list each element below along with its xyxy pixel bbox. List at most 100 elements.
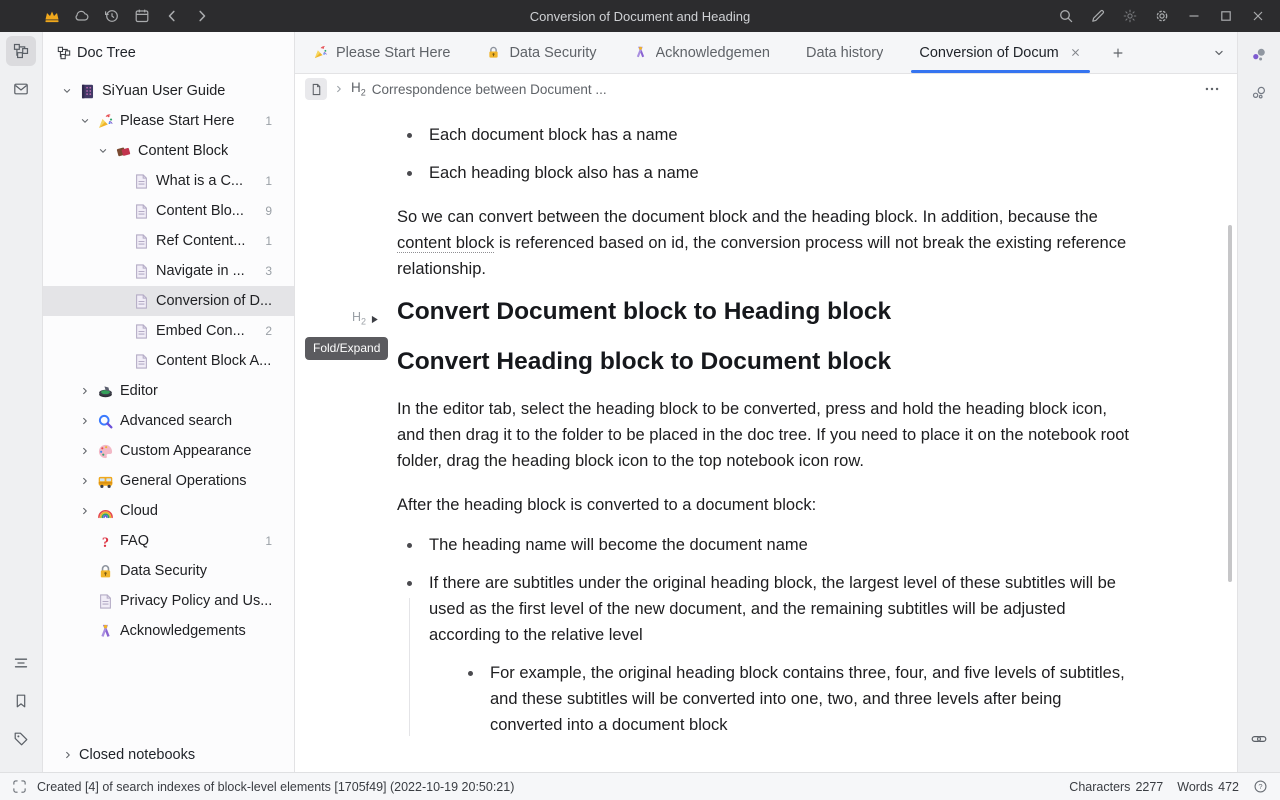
doc-tree-dock-button[interactable]	[6, 36, 36, 66]
doc-tree-item[interactable]: Editor	[43, 376, 294, 406]
workspace-icon[interactable]	[44, 8, 60, 24]
doc-tree-item[interactable]: Content Block A...	[43, 346, 294, 376]
data-history-icon[interactable]	[104, 8, 120, 24]
heading-block[interactable]: H2 Convert Document block to Heading blo…	[397, 296, 1137, 328]
doc-tree-item[interactable]: Conversion of D...	[43, 286, 294, 316]
doc-tree-item[interactable]: Cloud	[43, 496, 294, 526]
maximize-icon[interactable]	[1218, 8, 1234, 24]
list-item[interactable]: If there are subtitles under the origina…	[429, 570, 1137, 738]
scrollbar[interactable]	[1228, 225, 1232, 582]
list-item-text: If there are subtitles under the origina…	[429, 574, 1116, 644]
heading[interactable]: Convert Document block to Heading block	[397, 296, 1137, 328]
tab-data-security[interactable]: Data Security	[468, 32, 614, 73]
daily-note-icon[interactable]	[134, 8, 150, 24]
chevron-right-icon[interactable]	[75, 413, 95, 429]
tab-acknowledgemen[interactable]: Acknowledgemen	[615, 32, 788, 73]
doc-tree-item-label: Navigate in ...	[156, 263, 245, 279]
doc-tree-item-label: Ref Content...	[156, 233, 245, 249]
doc-tree-item[interactable]: Content Block	[43, 136, 294, 166]
doc-tree-title: Doc Tree	[77, 45, 136, 61]
back-icon[interactable]	[164, 8, 180, 24]
doc-tree-item[interactable]: Embed Con...2	[43, 316, 294, 346]
paragraph[interactable]: After the heading block is converted to …	[397, 492, 1137, 518]
forward-icon[interactable]	[194, 8, 210, 24]
chevron-spacer	[111, 353, 131, 369]
doc-tree-item[interactable]: Data Security	[43, 556, 294, 586]
doc-tree-item[interactable]: Privacy Policy and Us...	[43, 586, 294, 616]
chevron-right-icon[interactable]	[75, 473, 95, 489]
breadcrumb-item[interactable]: Correspondence between Document ...	[372, 82, 607, 97]
chevron-right-icon[interactable]	[75, 383, 95, 399]
list-item[interactable]: Each document block has a name	[429, 122, 1137, 148]
party-icon	[97, 113, 114, 130]
block-ref-link[interactable]: content block	[397, 234, 494, 253]
list-item-text: Each document block has a name	[429, 126, 678, 144]
tab-close-icon[interactable]	[1069, 46, 1082, 59]
breadcrumb-doc-button[interactable]	[305, 78, 327, 100]
doc-icon	[97, 593, 114, 610]
lock-icon	[486, 45, 501, 60]
settings-icon[interactable]	[1154, 8, 1170, 24]
chevron-right-icon[interactable]	[75, 443, 95, 459]
editor-content[interactable]: Each document block has a name Each head…	[295, 104, 1237, 772]
backlinks-icon	[1251, 731, 1267, 747]
chevron-down-icon[interactable]	[93, 143, 113, 159]
doc-tree-item[interactable]: Custom Appearance	[43, 436, 294, 466]
search-icon[interactable]	[1058, 8, 1074, 24]
bookmark-dock-button[interactable]	[6, 686, 36, 716]
chevron-spacer	[75, 563, 95, 579]
doc-tree-item-label: General Operations	[120, 473, 247, 489]
doc-tree-item[interactable]: Navigate in ...3	[43, 256, 294, 286]
titlebar-right-controls	[1058, 8, 1280, 24]
tag-dock-button[interactable]	[6, 724, 36, 754]
tab-conversion-of-docum[interactable]: Conversion of Docum	[901, 32, 1099, 73]
paragraph[interactable]: So we can convert between the document b…	[397, 204, 1137, 282]
inbox-dock-button[interactable]	[6, 74, 36, 104]
heading[interactable]: Convert Heading block to Document block	[397, 346, 1137, 378]
doc-tree-item[interactable]: Ref Content...1	[43, 226, 294, 256]
doc-tree-item[interactable]: General Operations	[43, 466, 294, 496]
edit-icon[interactable]	[1090, 8, 1106, 24]
global-graph-dock-button[interactable]	[1244, 78, 1274, 108]
chevron-right-icon[interactable]	[75, 503, 95, 519]
left-dock	[0, 32, 43, 772]
list-item[interactable]: Each heading block also has a name	[429, 160, 1137, 186]
tab-menu-button[interactable]	[1201, 32, 1237, 73]
right-dock	[1237, 32, 1280, 772]
closed-notebooks-toggle[interactable]: Closed notebooks	[43, 738, 294, 772]
tab-data-history[interactable]: Data history	[788, 32, 901, 73]
close-icon[interactable]	[1250, 8, 1266, 24]
fold-toggle-icon[interactable]	[368, 313, 381, 326]
minimize-icon[interactable]	[1186, 8, 1202, 24]
outline-dock-button[interactable]	[6, 648, 36, 678]
doc-tree-item[interactable]: What is a C...1	[43, 166, 294, 196]
sync-icon[interactable]	[74, 8, 90, 24]
bullet-list: The heading name will become the documen…	[397, 532, 1137, 738]
paragraph[interactable]: In the editor tab, select the heading bl…	[397, 396, 1137, 474]
heading-gutter[interactable]: H2	[352, 304, 381, 335]
help-icon[interactable]: ?	[1253, 779, 1268, 794]
backlinks-dock-button[interactable]	[1244, 724, 1274, 754]
list-item-text: The heading name will become the documen…	[429, 536, 808, 554]
svg-text:?: ?	[102, 534, 109, 549]
doc-tree-item[interactable]: Advanced search	[43, 406, 294, 436]
status-icon	[12, 779, 27, 794]
doc-tree-item[interactable]: Content Blo...9	[43, 196, 294, 226]
doc-tree-item[interactable]: Please Start Here1	[43, 106, 294, 136]
more-button[interactable]	[1203, 80, 1221, 98]
doc-tree-item[interactable]: SiYuan User Guide	[43, 76, 294, 106]
words-label: Words	[1177, 780, 1213, 794]
list-item[interactable]: The heading name will become the documen…	[429, 532, 1137, 558]
new-tab-button[interactable]	[1100, 32, 1136, 73]
editor-icon	[97, 383, 114, 400]
chevron-down-icon[interactable]	[75, 113, 95, 129]
doc-tree-item[interactable]: Acknowledgements	[43, 616, 294, 646]
list-item[interactable]: For example, the original heading block …	[490, 660, 1137, 738]
tab-please-start-here[interactable]: Please Start Here	[295, 32, 468, 73]
graph-dock-button[interactable]	[1244, 40, 1274, 70]
doc-tree-item[interactable]: ?FAQ1	[43, 526, 294, 556]
theme-icon[interactable]	[1122, 8, 1138, 24]
lock-icon	[97, 563, 114, 580]
chevron-spacer	[111, 323, 131, 339]
chevron-down-icon[interactable]	[57, 83, 77, 99]
